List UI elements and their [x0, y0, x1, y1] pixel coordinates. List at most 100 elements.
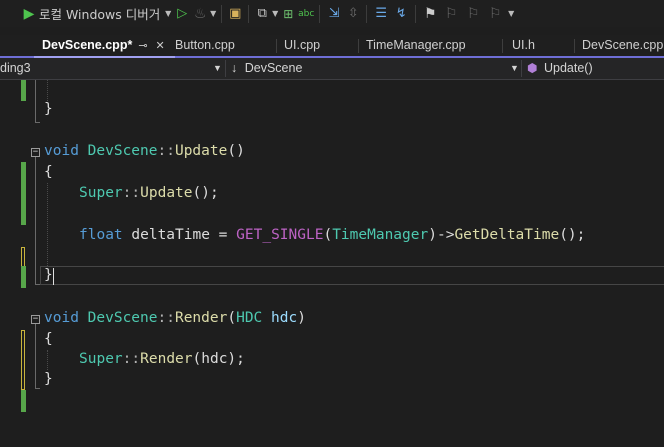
- paren-open: (: [227, 310, 237, 326]
- step-disabled-icon: ⇳: [347, 6, 359, 21]
- function-name: Render: [174, 310, 228, 326]
- pin-icon[interactable]: ⊸: [138, 40, 147, 52]
- tab-separator: [358, 39, 359, 53]
- toolbar-separator: [248, 4, 250, 23]
- spell-check-icon[interactable]: abc: [297, 3, 315, 25]
- member-dropdown[interactable]: ⬢ Update(): [527, 58, 664, 79]
- closing-brace: }: [44, 101, 53, 117]
- indent-guide: [47, 80, 48, 101]
- start-without-debug-icon[interactable]: ▷: [173, 3, 191, 25]
- code-editor[interactable]: − − } void DevScene::Update() { Super::U…: [0, 80, 664, 447]
- super-update-call: Super::Update();: [79, 183, 219, 204]
- code-line: void DevScene::Render(HDC hdc): [0, 308, 664, 329]
- type-name: HDC: [236, 310, 263, 326]
- scope-dropdown[interactable]: ↓ DevScene: [231, 58, 501, 79]
- code-line: }: [0, 99, 664, 120]
- class-name: Super: [79, 351, 123, 367]
- run-debugger-button[interactable]: 로컬 Windows 디버거: [36, 3, 163, 25]
- overflow-dropdown-icon[interactable]: ▼: [506, 3, 516, 25]
- delta-time-statement: float deltaTime = GET_SINGLE(TimeManager…: [79, 225, 585, 246]
- chevron-down-icon[interactable]: ▼: [510, 58, 519, 79]
- render-signature: void DevScene::Render(HDC hdc): [44, 308, 306, 329]
- parameter-name: hdc: [262, 310, 298, 326]
- parens: (): [227, 143, 245, 159]
- code-line: }: [0, 369, 664, 390]
- project-dropdown[interactable]: ding3: [0, 58, 210, 79]
- find-in-files-icon[interactable]: ⧉: [253, 3, 271, 25]
- toolbar-separator: [221, 4, 223, 23]
- step-icon[interactable]: ⇲: [324, 3, 344, 25]
- comment-icon[interactable]: ☰: [371, 3, 391, 25]
- paren-close: ): [297, 310, 306, 326]
- code-line: Super::Update();: [0, 183, 664, 204]
- call-tail: ();: [192, 185, 219, 201]
- macro-name: GET_SINGLE: [236, 227, 324, 243]
- function-name: Render: [140, 351, 193, 367]
- save-icon[interactable]: [0, 3, 22, 25]
- close-brace: }: [44, 267, 53, 283]
- function-name: Update: [174, 143, 228, 159]
- tab-timemanager-cpp[interactable]: TimeManager.cpp: [366, 35, 496, 56]
- tab-label: DevScene.cpp*: [42, 38, 133, 52]
- tab-label: DevScene.cpp: [582, 38, 664, 52]
- scope-operator: ::: [122, 185, 141, 201]
- open-brace: {: [44, 164, 53, 180]
- nav-divider: [225, 60, 226, 77]
- tab-label: TimeManager.cpp: [366, 38, 466, 52]
- browse-icon[interactable]: ▣: [226, 3, 244, 25]
- code-line: {: [0, 162, 664, 183]
- function-name: GetDeltaTime: [454, 227, 560, 243]
- find-dropdown-icon[interactable]: ▼: [271, 3, 279, 25]
- project-label: ding3: [0, 61, 31, 75]
- call-tail: (hdc);: [192, 351, 245, 367]
- variable-decl: deltaTime =: [122, 227, 237, 243]
- tab-devscene-cpp-modified[interactable]: DevScene.cpp* ⊸ ✕: [34, 35, 175, 58]
- config-icon[interactable]: ⊞: [279, 3, 297, 25]
- super-render-call: Super::Render(hdc);: [79, 349, 245, 370]
- class-name: Super: [79, 185, 123, 201]
- keyword: float: [79, 227, 123, 243]
- play-icon[interactable]: ▶: [22, 3, 36, 25]
- bookmark-icon[interactable]: ⚑: [420, 3, 440, 25]
- paren-open: (: [323, 227, 333, 243]
- close-icon[interactable]: ✕: [156, 40, 165, 52]
- navigation-bar: ding3 ▼ ↓ DevScene ▼ ⬢ Update(): [0, 58, 664, 80]
- open-brace: {: [44, 331, 53, 347]
- tab-ui-h[interactable]: UI.h: [512, 35, 567, 56]
- nav-divider: [521, 60, 522, 77]
- close-brace: }: [44, 371, 53, 387]
- tab-separator: [574, 39, 575, 53]
- toolbar-separator: [415, 4, 417, 23]
- tab-devscene-cpp[interactable]: DevScene.cpp: [582, 35, 664, 56]
- code-line: void DevScene::Update(): [0, 141, 664, 162]
- bookmark-clear-icon: ⚐: [488, 5, 502, 22]
- call-tail: ();: [559, 227, 586, 243]
- class-name: DevScene: [87, 143, 158, 159]
- run-debugger-label: 로컬 Windows 디버거: [39, 7, 161, 22]
- member-label: Update(): [543, 61, 593, 75]
- tab-label: UI.cpp: [284, 38, 321, 52]
- function-name: Update: [140, 185, 193, 201]
- scope-operator: ::: [122, 351, 141, 367]
- bookmark-next-icon: ⚐: [466, 5, 480, 22]
- toolbar: ▶ 로컬 Windows 디버거 ▼ ▷ ♨ ▼ ▣ ⧉ ▼ ⊞ abc ⇲ ⇳…: [0, 0, 664, 27]
- flame-icon[interactable]: ♨: [191, 3, 209, 25]
- uncomment-icon[interactable]: ↯: [391, 3, 411, 25]
- tab-button-cpp[interactable]: Button.cpp: [175, 35, 275, 56]
- toolbar-separator: [366, 4, 368, 23]
- chevron-down-icon[interactable]: ▼: [213, 58, 222, 79]
- keyword: void: [44, 143, 79, 159]
- tab-separator: [502, 39, 503, 53]
- code-line: {: [0, 329, 664, 350]
- update-signature: void DevScene::Update(): [44, 141, 245, 162]
- tab-ui-cpp[interactable]: UI.cpp: [284, 35, 354, 56]
- dropdown-icon[interactable]: ▼: [163, 3, 173, 25]
- code-line: }: [0, 265, 664, 286]
- flame-dropdown-icon[interactable]: ▼: [209, 3, 217, 25]
- tab-label: Button.cpp: [175, 38, 235, 52]
- method-cube-icon: ⬢: [527, 61, 538, 75]
- scope-operator: ::: [157, 310, 175, 326]
- arrow-operator: )->: [428, 227, 455, 243]
- text-caret: [53, 268, 54, 285]
- keyword: void: [44, 310, 79, 326]
